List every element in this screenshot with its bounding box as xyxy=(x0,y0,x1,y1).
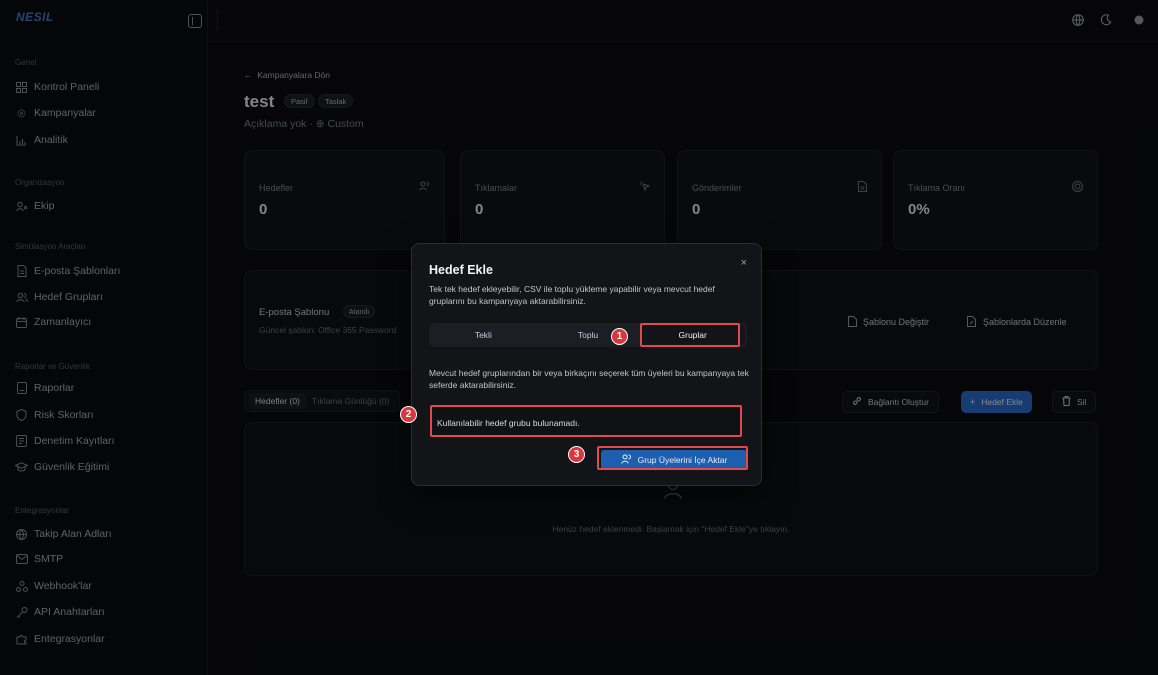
annotation-marker: 1 xyxy=(611,328,628,345)
close-icon[interactable]: × xyxy=(741,257,747,269)
highlight-box-import-button xyxy=(597,446,748,470)
highlight-box-empty-message xyxy=(430,405,742,437)
modal-info-text: Mevcut hedef gruplarından bir veya birka… xyxy=(429,368,749,390)
modal-description: Tek tek hedef ekleyebilir, CSV ile toplu… xyxy=(429,284,715,306)
modal-title: Hedef Ekle xyxy=(429,263,493,277)
tab-tekli[interactable]: Tekli xyxy=(431,325,536,345)
highlight-box-gruplar xyxy=(640,323,740,347)
annotation-marker: 3 xyxy=(568,446,585,463)
annotation-marker: 2 xyxy=(400,406,417,423)
